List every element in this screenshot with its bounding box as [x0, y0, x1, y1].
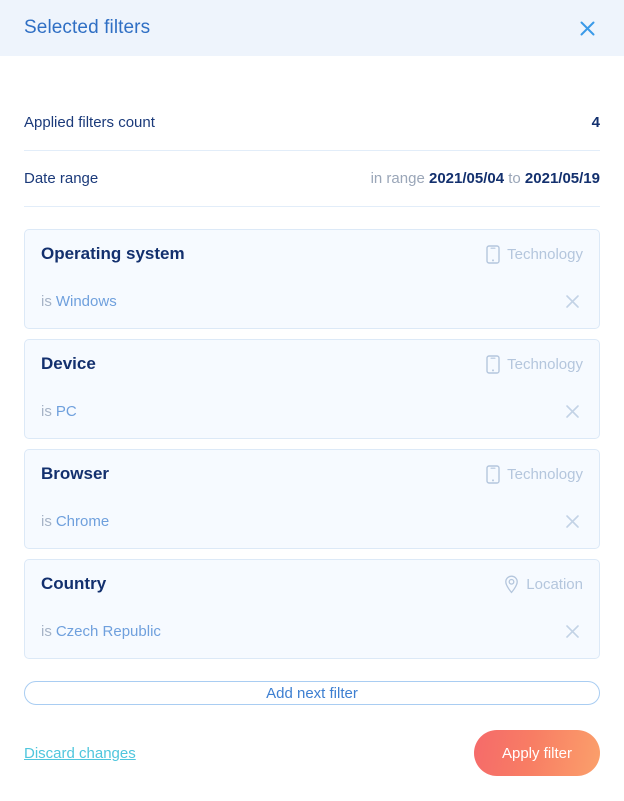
date-range-value: in range 2021/05/04 to 2021/05/19 — [371, 170, 600, 187]
filter-card: Operating system Technology is Windows — [24, 229, 600, 329]
applied-filters-count-value: 4 — [591, 114, 600, 131]
filter-card-body: is Czech Republic — [41, 620, 583, 646]
selected-filters-panel: Selected filters Applied filters count 4… — [0, 0, 624, 801]
filter-condition: is Chrome — [41, 513, 109, 530]
filter-operator: is — [41, 402, 52, 420]
date-range-row: Date range in range 2021/05/04 to 2021/0… — [24, 151, 600, 207]
remove-filter-button[interactable] — [561, 400, 583, 422]
filter-condition: is Windows — [41, 293, 117, 310]
remove-filter-button[interactable] — [561, 510, 583, 532]
filter-operator: is — [41, 512, 52, 530]
filter-condition: is PC — [41, 403, 77, 420]
filter-card: Browser Technology is Chrome — [24, 449, 600, 549]
filter-condition: is Czech Republic — [41, 623, 161, 640]
filter-category-label: Technology — [507, 355, 583, 373]
date-range-from: 2021/05/04 — [428, 170, 505, 187]
filter-name: Device — [41, 354, 96, 373]
filter-name: Country — [41, 574, 107, 593]
filter-category-label: Technology — [507, 465, 583, 483]
map-pin-icon — [504, 575, 519, 594]
mobile-device-icon — [486, 244, 500, 264]
page-title: Selected filters — [24, 17, 151, 38]
panel-header: Selected filters — [0, 0, 624, 56]
filter-card-body: is Windows — [41, 290, 583, 316]
filter-name: Operating system — [41, 244, 185, 263]
mobile-device-icon — [486, 354, 500, 374]
remove-filter-button[interactable] — [561, 290, 583, 312]
filter-card: Device Technology is PC — [24, 339, 600, 439]
filter-card-header: Operating system Technology — [41, 244, 583, 264]
close-icon[interactable] — [574, 15, 600, 41]
mobile-device-icon — [486, 464, 500, 484]
filter-value: PC — [55, 402, 77, 420]
apply-filter-button[interactable]: Apply filter — [473, 730, 600, 776]
applied-filters-count-row: Applied filters count 4 — [24, 95, 600, 151]
filter-card-header: Browser Technology — [41, 464, 583, 484]
filter-category-label: Location — [526, 575, 583, 593]
filter-category: Location — [504, 575, 583, 594]
filter-operator: is — [41, 292, 52, 310]
discard-changes-link[interactable]: Discard changes — [24, 745, 136, 762]
filter-card-list: Operating system Technology is Windows D… — [0, 207, 624, 669]
filter-value: Chrome — [55, 512, 110, 530]
filter-value: Czech Republic — [55, 622, 161, 640]
date-range-to: 2021/05/19 — [524, 170, 600, 187]
filter-card-header: Device Technology — [41, 354, 583, 374]
filter-value: Windows — [55, 292, 117, 310]
date-range-prefix: in range — [370, 170, 425, 187]
filter-category: Technology — [486, 354, 583, 374]
remove-filter-button[interactable] — [561, 620, 583, 642]
filter-name: Browser — [41, 464, 110, 483]
applied-filters-count-label: Applied filters count — [24, 114, 155, 131]
filter-card-body: is PC — [41, 400, 583, 426]
filter-card-header: Country Location — [41, 574, 583, 594]
filter-card-body: is Chrome — [41, 510, 583, 536]
date-range-separator: to — [508, 170, 521, 187]
filter-card: Country Location is Czech Republic — [24, 559, 600, 659]
filter-operator: is — [41, 622, 52, 640]
filters-summary: Applied filters count 4 Date range in ra… — [0, 56, 624, 207]
add-next-filter-button[interactable]: Add next filter — [24, 681, 600, 705]
filter-category: Technology — [486, 244, 583, 264]
filter-category: Technology — [486, 464, 583, 484]
panel-footer: Discard changes Apply filter — [0, 705, 624, 801]
date-range-label: Date range — [24, 170, 99, 187]
filter-category-label: Technology — [507, 245, 583, 263]
